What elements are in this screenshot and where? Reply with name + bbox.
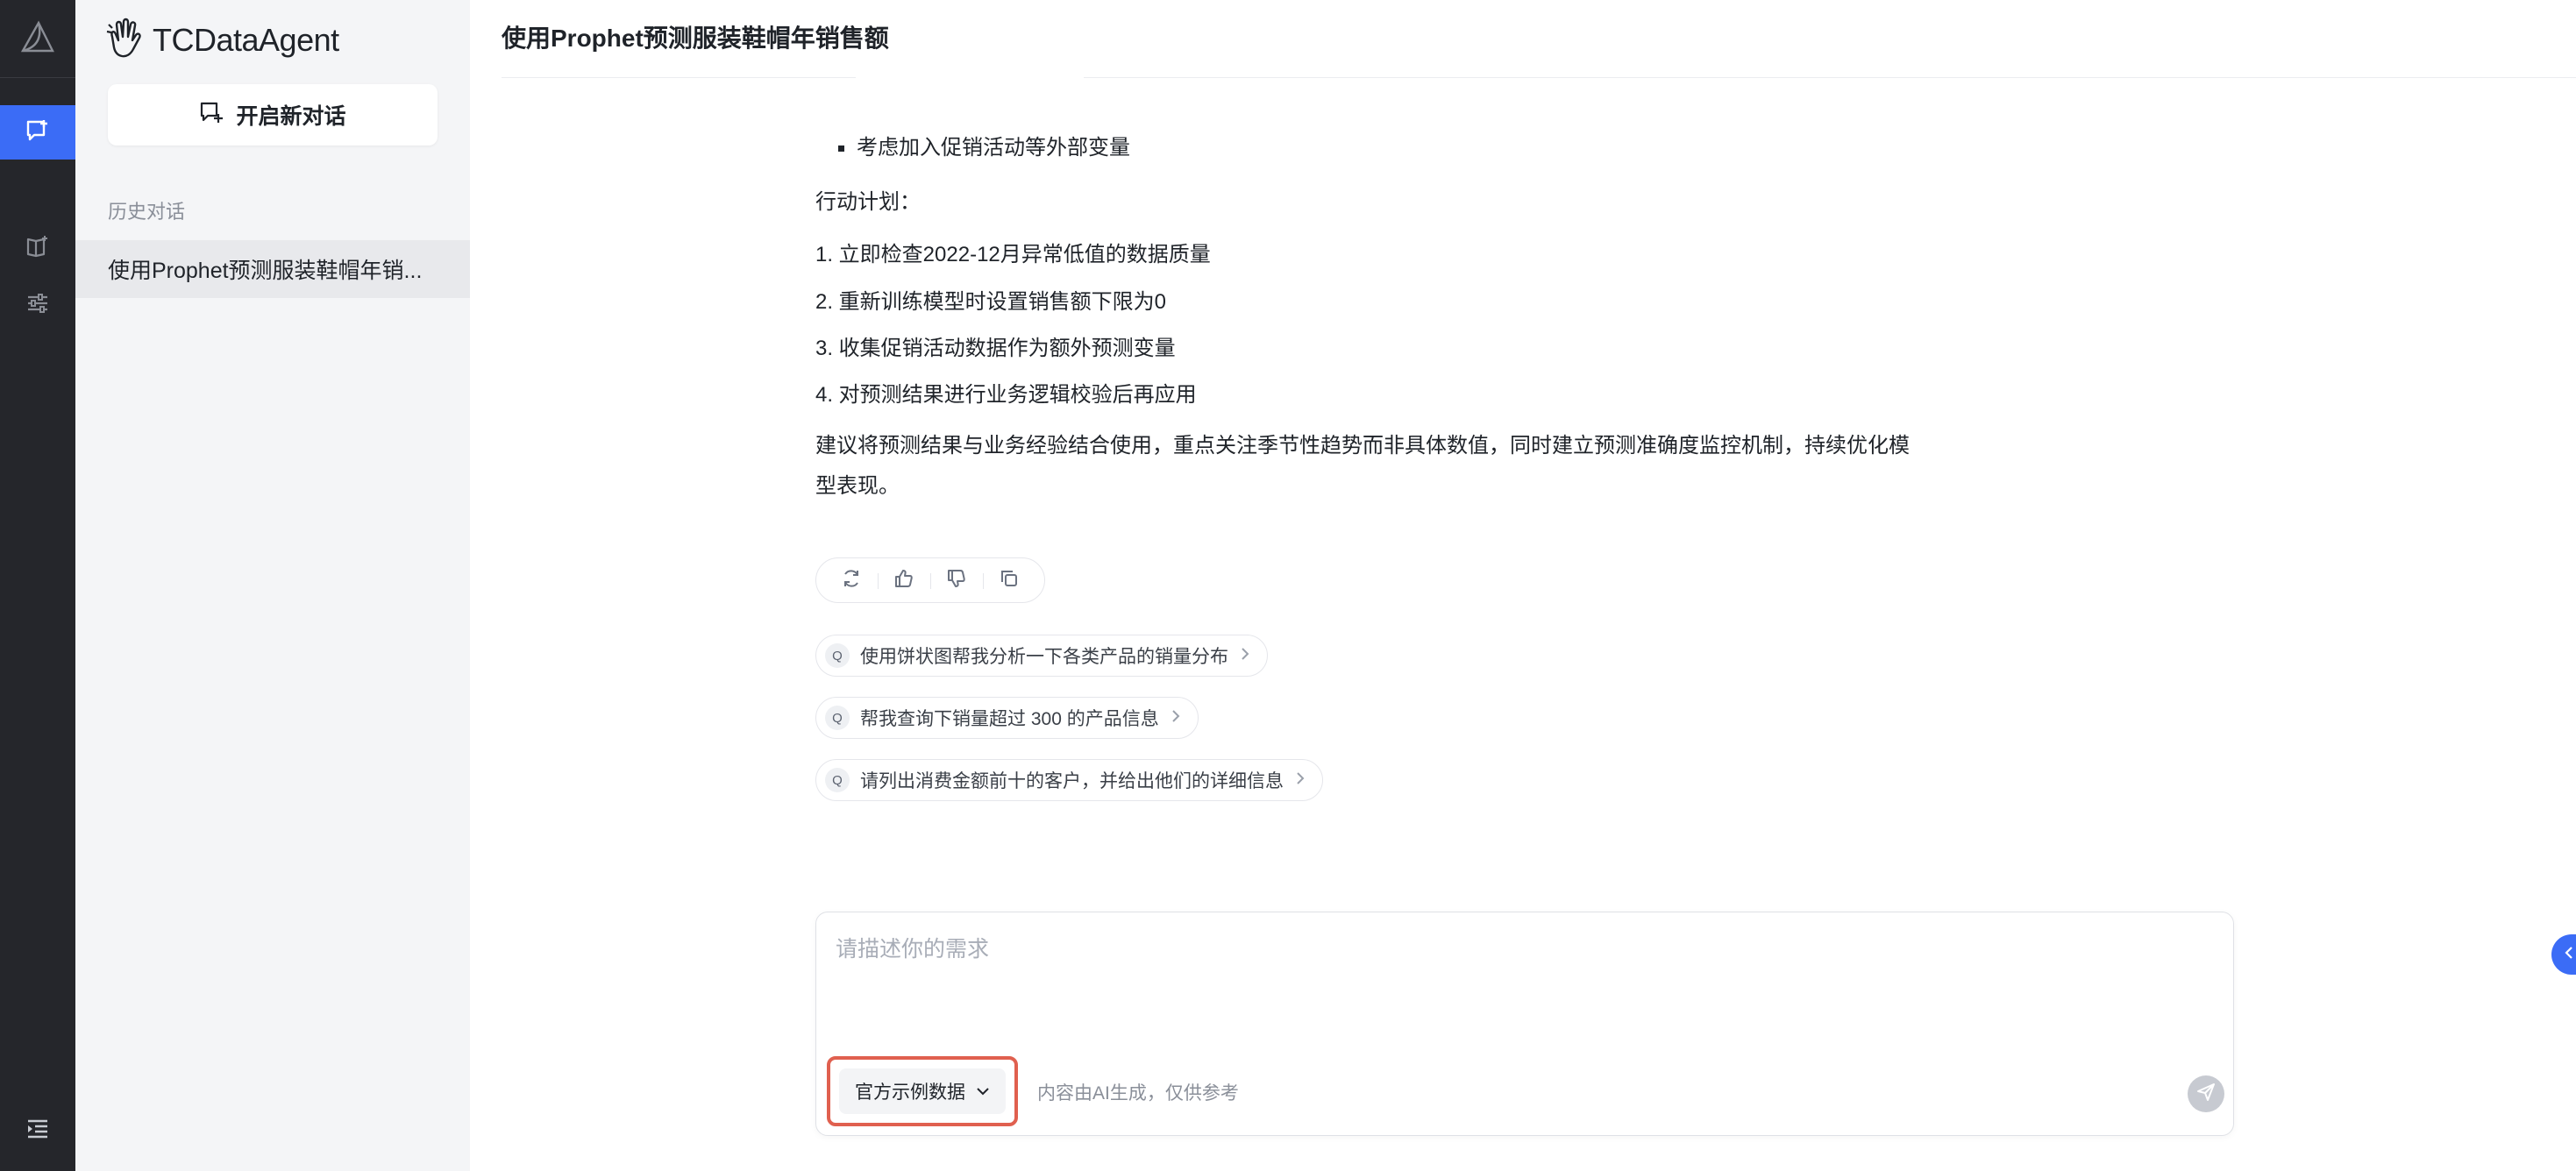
page-title: 使用Prophet预测服装鞋帽年销售额 — [502, 25, 889, 52]
action-item: 4. 对预测结果进行业务逻辑校验后再应用 — [815, 383, 1197, 407]
rail-item-chat[interactable] — [0, 105, 75, 160]
action-item: 2. 重新训练模型时设置销售额下限为0 — [815, 290, 1167, 314]
sliders-icon[interactable] — [22, 287, 53, 319]
regenerate-button[interactable] — [825, 563, 878, 598]
send-icon — [2196, 1082, 2216, 1106]
new-chat-button[interactable]: 开启新对话 — [108, 84, 438, 145]
history-title: 历史对话 — [108, 201, 186, 223]
new-chat-label: 开启新对话 — [236, 104, 346, 129]
clipped-line — [856, 75, 1110, 100]
suggested-question-text: 帮我查询下销量超过 300 的产品信息 — [860, 709, 1159, 729]
ai-disclaimer: 内容由AI生成，仅供参考 — [1037, 1083, 1239, 1104]
rail-divider — [0, 77, 75, 78]
suggested-question[interactable]: Q 帮我查询下销量超过 300 的产品信息 — [815, 697, 1199, 739]
prompt-input[interactable] — [836, 932, 2203, 1019]
thumbs-down-icon — [946, 568, 967, 593]
new-chat-icon — [199, 100, 224, 131]
refresh-icon — [841, 568, 862, 593]
chevron-right-icon — [1294, 770, 1306, 791]
history-sidebar: TCDataAgent 开启新对话 历史对话 使用Prophet预测服装鞋帽年销… — [75, 0, 470, 1171]
chevron-right-icon — [1170, 707, 1182, 728]
hand-logo-icon — [105, 18, 144, 64]
dataset-select[interactable]: 官方示例数据 — [839, 1068, 1006, 1114]
bullet-dot — [838, 145, 844, 152]
action-item: 1. 立即检查2022-12月异常低值的数据质量 — [815, 243, 1211, 266]
dataset-highlight: 官方示例数据 — [827, 1056, 1018, 1126]
action-title: 行动计划： — [815, 190, 921, 214]
menu-collapse-icon[interactable] — [22, 1113, 53, 1145]
suggested-question-text: 使用饼状图帮我分析一下各类产品的销量分布 — [860, 647, 1228, 667]
header-divider — [502, 77, 2576, 78]
question-badge: Q — [825, 643, 850, 668]
brand-name: TCDataAgent — [153, 22, 339, 58]
dataset-label: 官方示例数据 — [855, 1082, 965, 1103]
send-button[interactable] — [2188, 1075, 2224, 1112]
copy-icon — [999, 568, 1020, 593]
chevron-right-icon — [1239, 645, 1251, 666]
suggested-question[interactable]: Q 使用饼状图帮我分析一下各类产品的销量分布 — [815, 635, 1268, 677]
list-item: 考虑加入促销活动等外部变量 — [838, 128, 1130, 168]
suggested-question[interactable]: Q 请列出消费金额前十的客户，并给出他们的详细信息 — [815, 759, 1323, 801]
history-item-label: 使用Prophet预测服装鞋帽年销... — [108, 259, 423, 283]
book-icon[interactable] — [22, 231, 53, 263]
suggested-question-text: 请列出消费金额前十的客户，并给出他们的详细信息 — [860, 771, 1284, 791]
conclusion-text: 建议将预测结果与业务经验结合使用，重点关注季节性趋势而非具体数值，同时建立预测准… — [815, 434, 1910, 498]
expand-panel-button[interactable] — [2551, 934, 2576, 975]
thumbs-up-icon — [893, 568, 914, 593]
bullet-text: 考虑加入促销活动等外部变量 — [857, 136, 1130, 160]
dislike-button[interactable] — [930, 563, 983, 598]
chat-icon — [25, 117, 51, 148]
question-badge: Q — [825, 768, 850, 792]
main-panel: 使用Prophet预测服装鞋帽年销售额 考虑加入促销活动等外部变量 行动计划： … — [470, 0, 2576, 1171]
chevron-down-icon — [976, 1081, 990, 1102]
history-item[interactable]: 使用Prophet预测服装鞋帽年销... — [75, 240, 470, 298]
message-actions — [815, 557, 1045, 603]
action-item: 3. 收集促销活动数据作为额外预测变量 — [815, 337, 1176, 360]
message-composer: 官方示例数据 内容由AI生成，仅供参考 — [815, 912, 2234, 1136]
like-button[interactable] — [878, 563, 930, 598]
copy-button[interactable] — [983, 563, 1035, 598]
nav-rail — [0, 0, 75, 1171]
brand[interactable]: TCDataAgent — [105, 18, 339, 63]
logo-icon[interactable] — [18, 19, 58, 54]
question-badge: Q — [825, 706, 850, 730]
chevron-left-icon — [2564, 945, 2574, 965]
